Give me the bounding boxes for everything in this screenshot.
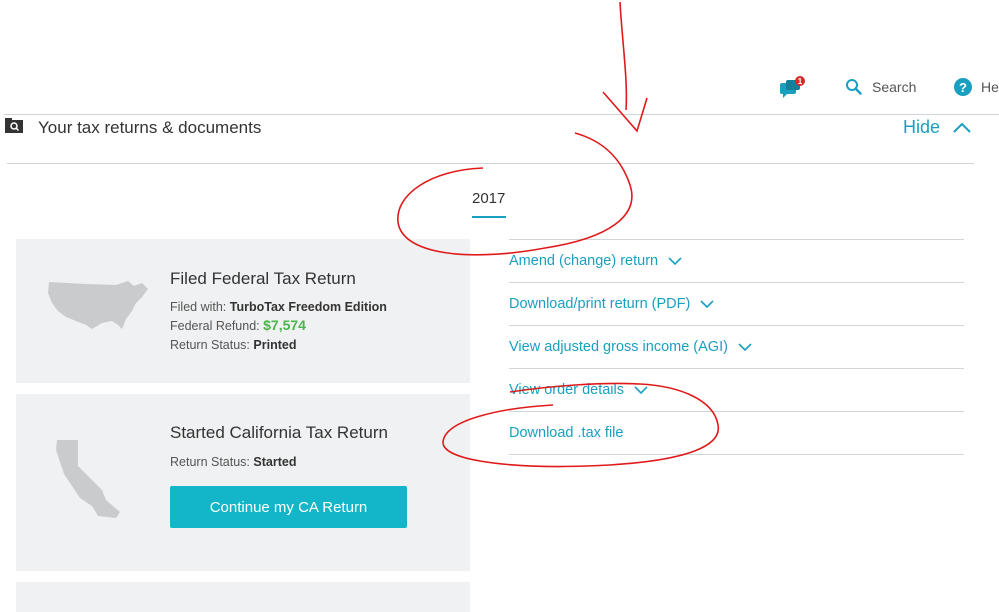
download-print-return-link[interactable]: Download/print return (PDF) (509, 282, 964, 325)
help-label: He (981, 79, 999, 95)
status-label: Return Status: (170, 338, 250, 352)
chevron-down-icon (738, 342, 752, 351)
view-order-details-link[interactable]: View order details (509, 368, 964, 411)
chevron-down-icon (700, 299, 714, 308)
status-value: Started (253, 455, 297, 469)
status-value: Printed (253, 338, 297, 352)
refund-value: $7,574 (263, 317, 306, 333)
chat-icon: 1 (780, 76, 805, 98)
california-map-icon (56, 440, 120, 518)
action-label: Download .tax file (509, 425, 624, 441)
top-nav: 1 Search ? He (0, 72, 999, 104)
section-header: Your tax returns & documents Hide (0, 115, 999, 163)
federal-return-card: Filed Federal Tax Return Filed with: Tur… (16, 239, 470, 383)
action-label: View adjusted gross income (AGI) (509, 339, 728, 355)
chat-button[interactable]: 1 (778, 76, 808, 100)
help-button[interactable]: ? He (954, 78, 999, 96)
hide-button[interactable]: Hide (903, 117, 972, 138)
federal-title: Filed Federal Tax Return (170, 269, 356, 288)
return-actions-list: Amend (change) return Download/print ret… (509, 239, 964, 455)
status-label: Return Status: (170, 455, 250, 469)
filed-with-line: Filed with: TurboTax Freedom Edition (170, 300, 387, 314)
search-button[interactable]: Search (845, 78, 916, 95)
tab-2017[interactable]: 2017 (472, 190, 505, 207)
state-status-line: Return Status: Started (170, 455, 296, 469)
section-title: Your tax returns & documents (38, 118, 262, 137)
refund-label: Federal Refund: (170, 319, 260, 333)
action-label: Download/print return (PDF) (509, 296, 691, 312)
amend-return-link[interactable]: Amend (change) return (509, 239, 964, 282)
hide-label: Hide (903, 117, 941, 137)
federal-status-line: Return Status: Printed (170, 338, 296, 352)
filed-with-label: Filed with: (170, 300, 227, 314)
state-title: Started California Tax Return (170, 423, 388, 442)
folder-icon (5, 118, 23, 133)
chevron-up-icon (953, 122, 971, 133)
additional-card (16, 582, 470, 612)
search-icon (846, 79, 862, 95)
chevron-down-icon (668, 256, 682, 265)
filed-with-value: TurboTax Freedom Edition (229, 300, 387, 314)
chevron-down-icon (634, 385, 648, 394)
help-icon: ? (954, 78, 972, 96)
tab-underline (472, 216, 506, 218)
action-label: Amend (change) return (509, 253, 659, 269)
federal-refund-line: Federal Refund: $7,574 (170, 317, 306, 333)
download-tax-file-link[interactable]: Download .tax file (509, 411, 964, 455)
state-return-card: Started California Tax Return Return Sta… (16, 394, 470, 571)
action-label: View order details (509, 382, 624, 398)
view-agi-link[interactable]: View adjusted gross income (AGI) (509, 325, 964, 368)
header-divider (7, 163, 974, 164)
chat-badge: 1 (798, 77, 803, 86)
search-label: Search (872, 78, 917, 95)
continue-ca-return-button[interactable]: Continue my CA Return (170, 486, 407, 528)
usa-map-icon (48, 281, 148, 329)
